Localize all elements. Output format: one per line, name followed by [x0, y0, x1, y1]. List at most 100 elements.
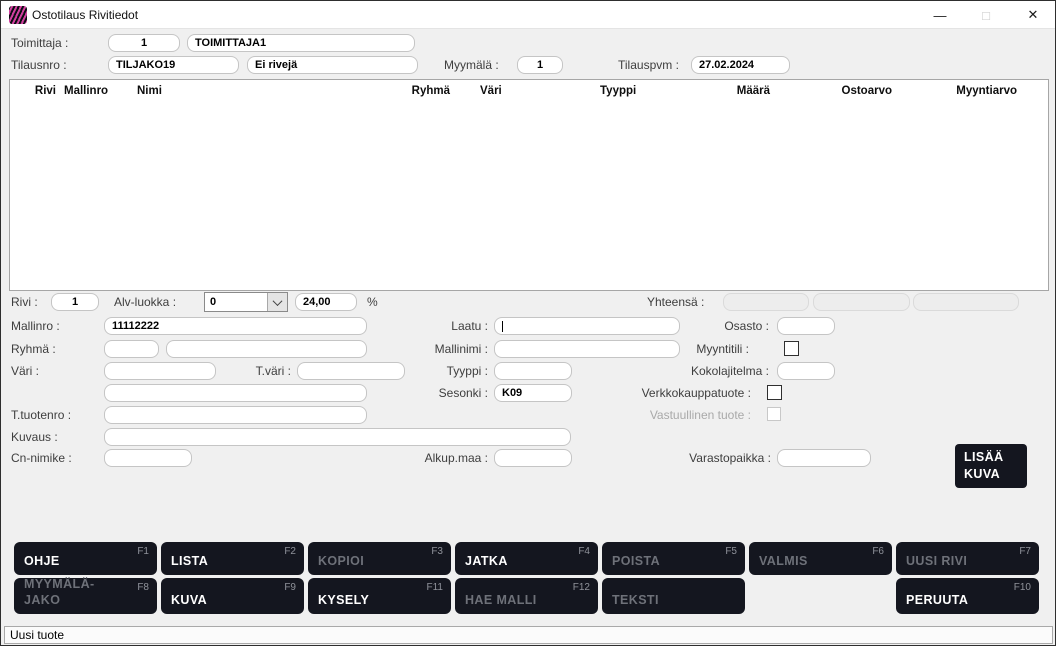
mallinro-label: Mallinro : [11, 317, 60, 335]
kokolajitelma-field[interactable] [777, 362, 835, 380]
button-ohje[interactable]: OHJE F1 [14, 542, 157, 575]
ryhma-nimi-field[interactable] [166, 340, 367, 358]
button-label: LISTA [171, 553, 208, 569]
vari-label: Väri : [11, 362, 39, 380]
vari-nimi-field[interactable] [104, 384, 367, 402]
lisaa-kuva-button[interactable]: LISÄÄ KUVA [955, 444, 1027, 488]
button-label: POISTA [612, 553, 660, 569]
fkey-label: F10 [1014, 582, 1031, 593]
sesonki-label: Sesonki : [381, 384, 488, 402]
fkey-label: F5 [725, 546, 737, 557]
toimittaja-nro-field[interactable]: 1 [108, 34, 180, 52]
mallinimi-label: Mallinimi : [381, 340, 488, 358]
vastuullinen-tuote-label: Vastuullinen tuote : [601, 406, 751, 424]
rivi-label: Rivi : [11, 293, 38, 311]
laatu-label: Laatu : [381, 317, 488, 335]
ttuotenro-field[interactable] [104, 406, 367, 424]
toimittaja-label: Toimittaja : [11, 34, 68, 52]
button-label: OHJE [24, 553, 60, 569]
yhteensa-myyntiarvo-field [913, 293, 1019, 311]
button-teksti[interactable]: TEKSTI [602, 578, 745, 614]
button-myymala-jako[interactable]: MYYMÄLÄ- JAKOF8 [14, 578, 157, 614]
button-jatka[interactable]: JATKA F4 [455, 542, 598, 575]
maximize-button: □ [964, 1, 1008, 29]
myymala-label: Myymälä : [444, 56, 499, 74]
myyntitili-checkbox[interactable] [784, 341, 799, 356]
button-label: KYSELY [318, 592, 369, 608]
tilauspvm-label: Tilauspvm : [618, 56, 679, 74]
button-kysely[interactable]: KYSELY F11 [308, 578, 451, 614]
button-kuva[interactable]: KUVAF9 [161, 578, 304, 614]
osasto-label: Osasto : [641, 317, 769, 335]
fkey-label: F9 [284, 582, 296, 593]
app-icon [9, 6, 27, 24]
osasto-field[interactable] [777, 317, 835, 335]
column-header-ryhma: Ryhmä [388, 85, 450, 97]
title-bar: Ostotilaus Rivitiedot — □ ✕ [1, 1, 1055, 29]
yhteensa-maara-field [723, 293, 809, 311]
alv-luokka-value: 0 [205, 293, 267, 311]
column-header-mallinro: Mallinro [64, 85, 108, 97]
tilausnro-field[interactable]: TILJAKO19 [108, 56, 239, 74]
button-peruuta[interactable]: PERUUTAF10 [896, 578, 1039, 614]
kuvaus-label: Kuvaus : [11, 428, 58, 446]
column-header-nimi: Nimi [137, 85, 162, 97]
verkkokauppatuote-checkbox[interactable] [767, 385, 782, 400]
button-valmis[interactable]: VALMISF6 [749, 542, 892, 575]
button-label: UUSI RIVI [906, 553, 967, 569]
button-hae-malli[interactable]: HAE MALLIF12 [455, 578, 598, 614]
button-uusi-rivi[interactable]: UUSI RIVI F7 [896, 542, 1039, 575]
verkkokauppatuote-label: Verkkokauppatuote : [601, 384, 751, 402]
alv-prosentti-field[interactable]: 24,00 [295, 293, 357, 311]
fkey-label: F11 [427, 582, 444, 593]
button-label: HAE MALLI [465, 592, 537, 608]
fkey-label: F3 [431, 546, 443, 557]
alkup-maa-field[interactable] [494, 449, 572, 467]
fkey-label: F7 [1019, 546, 1031, 557]
rivit-status-field: Ei rivejä [247, 56, 418, 74]
varastopaikka-label: Varastopaikka : [621, 449, 771, 467]
close-button[interactable]: ✕ [1011, 1, 1055, 29]
tilauspvm-field[interactable]: 27.02.2024 [691, 56, 790, 74]
myyntitili-label: Myyntitili : [641, 340, 749, 358]
alkup-maa-label: Alkup.maa : [381, 449, 488, 467]
chevron-down-icon[interactable] [267, 293, 287, 311]
varastopaikka-field[interactable] [777, 449, 871, 467]
alv-luokka-select[interactable]: 0 [204, 292, 288, 312]
ttuotenro-label: T.tuotenro : [11, 406, 71, 424]
fkey-label: F4 [578, 546, 590, 557]
mallinro-field[interactable]: 11112222 [104, 317, 367, 335]
ryhma-label: Ryhmä : [11, 340, 56, 358]
text-caret [502, 321, 503, 332]
tyyppi-field[interactable] [494, 362, 572, 380]
sesonki-field[interactable]: K09 [494, 384, 572, 402]
status-bar: Uusi tuote [4, 626, 1053, 644]
myymala-field[interactable]: 1 [517, 56, 563, 74]
cn-nimike-label: Cn-nimike : [11, 449, 72, 467]
tilausnro-label: Tilausnro : [11, 56, 67, 74]
order-lines-table[interactable]: RiviMallinroNimiRyhmäVäriTyyppiMääräOsto… [9, 79, 1049, 291]
toimittaja-nimi-field[interactable]: TOIMITTAJA1 [187, 34, 415, 52]
ryhma-koodi-field[interactable] [104, 340, 159, 358]
cn-nimike-field[interactable] [104, 449, 192, 467]
tvari-label: T.väri : [236, 362, 291, 380]
button-lista[interactable]: LISTA F2 [161, 542, 304, 575]
status-text: Uusi tuote [10, 628, 64, 642]
button-label: JATKA [465, 553, 508, 569]
rivi-field[interactable]: 1 [51, 293, 99, 311]
tyyppi-label: Tyyppi : [381, 362, 488, 380]
yhteensa-label: Yhteensä : [647, 293, 704, 311]
column-header-maara: Määrä [710, 85, 770, 97]
app-window: Ostotilaus Rivitiedot — □ ✕ Toimittaja :… [0, 0, 1056, 646]
minimize-button[interactable]: — [918, 1, 962, 29]
column-header-vari: Väri [480, 85, 502, 97]
vari-field[interactable] [104, 362, 216, 380]
fkey-label: F1 [137, 546, 149, 557]
kuvaus-field[interactable] [104, 428, 571, 446]
button-poista[interactable]: POISTA F5 [602, 542, 745, 575]
fkey-label: F2 [284, 546, 296, 557]
column-header-tyyppi: Tyyppi [600, 85, 636, 97]
fkey-label: F8 [137, 582, 149, 593]
button-kopioi[interactable]: KOPIOIF3 [308, 542, 451, 575]
prosentti-merkki: % [367, 293, 378, 311]
